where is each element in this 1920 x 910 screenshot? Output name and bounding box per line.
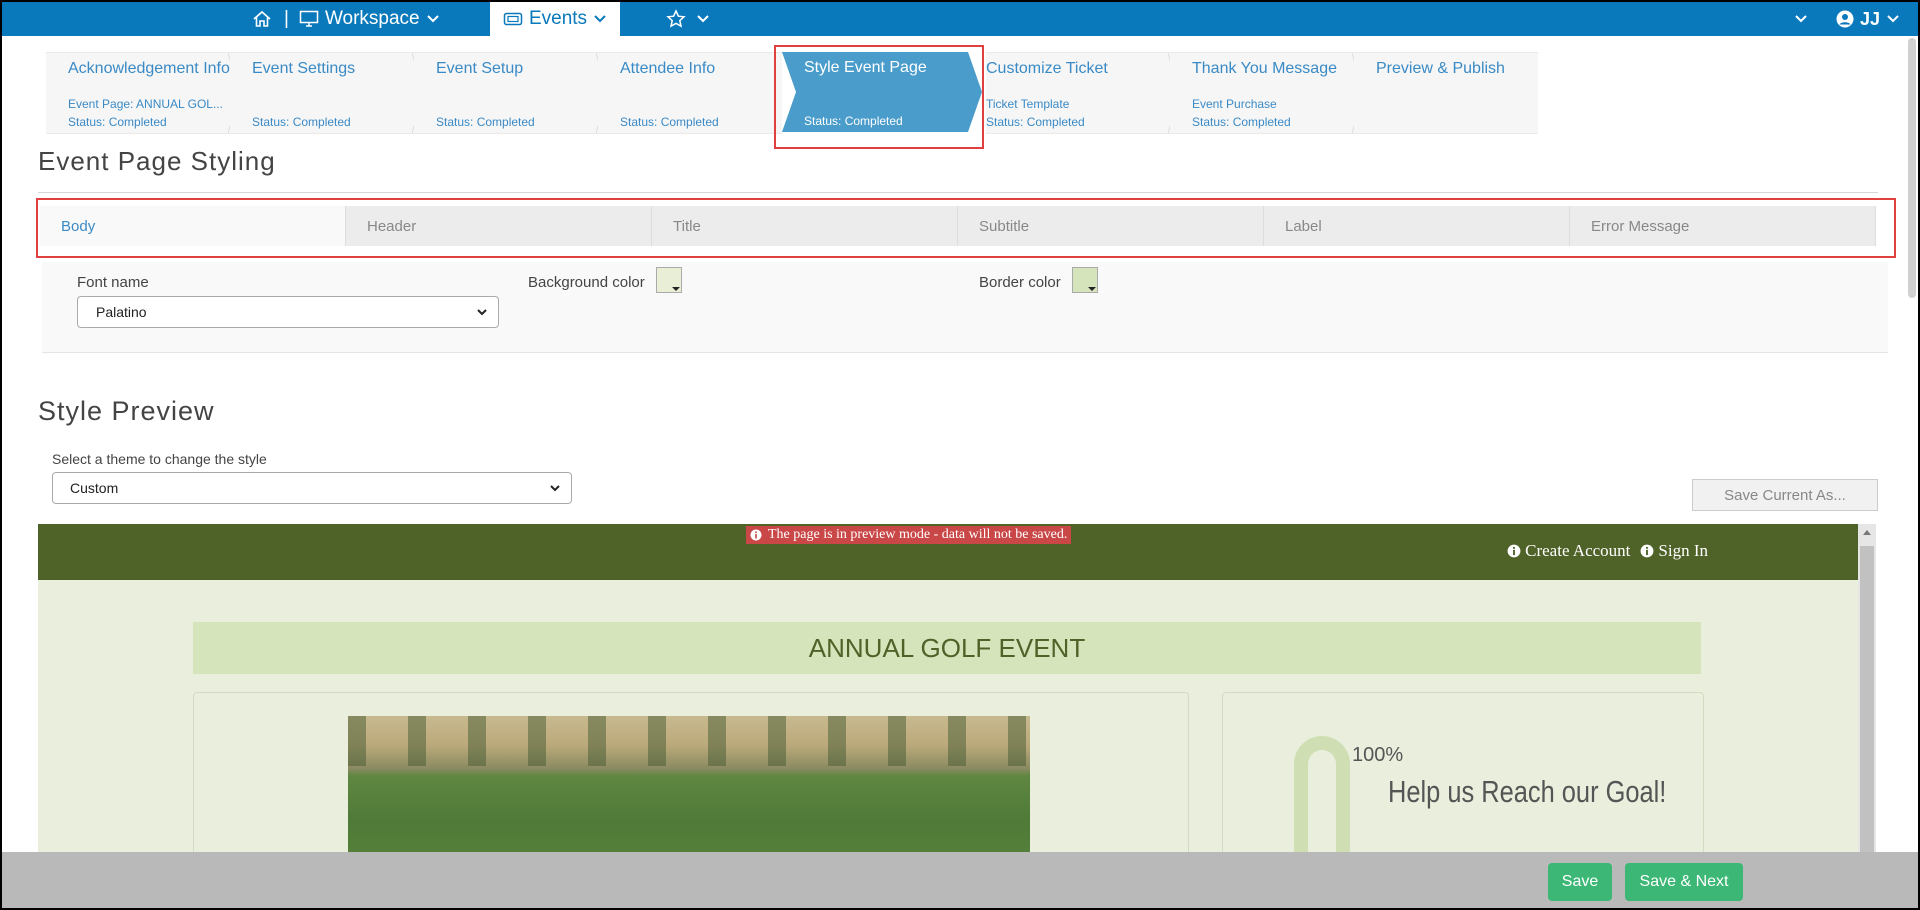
preview-notice-text: The page is in preview mode - data will … [768, 527, 1068, 542]
font-name-select[interactable]: Palatino [77, 296, 499, 328]
caret-icon [1088, 287, 1096, 291]
step-preview-publish[interactable]: Preview & Publish [1354, 52, 1538, 134]
step-status: Status: Completed [986, 115, 1085, 129]
goal-heading: Help us Reach our Goal! [1388, 774, 1667, 809]
theme-select-label: Select a theme to change the style [52, 451, 267, 467]
font-name-label: Font name [77, 274, 149, 291]
chevron-down-icon [697, 15, 709, 23]
favorites-menu[interactable] [666, 2, 710, 36]
style-preview-frame: The page is in preview mode - data will … [38, 524, 1858, 854]
info-icon [1640, 544, 1654, 558]
app-window: | Workspace Events JJ Acknowledgement In… [0, 0, 1920, 910]
events-label: Events [528, 8, 588, 29]
nav-separator: | [284, 8, 289, 29]
step-title: Thank You Message [1192, 60, 1337, 77]
active-step-highlight [774, 45, 984, 149]
border-color-label: Border color [979, 274, 1061, 291]
save-button[interactable]: Save [1548, 863, 1612, 901]
step-status: Status: Completed [620, 115, 719, 129]
preview-account-links: Create Account Sign In [1507, 541, 1708, 561]
top-nav-bar: | Workspace Events JJ [2, 2, 1918, 36]
page-scrollbar[interactable] [1908, 38, 1916, 298]
chevron-down-icon [1887, 15, 1899, 23]
goal-progress-percent: 100% [1352, 744, 1404, 766]
scrollbar-thumb[interactable] [1860, 546, 1874, 856]
step-subtitle: Event Purchase [1192, 97, 1277, 111]
save-and-next-button[interactable]: Save & Next [1625, 863, 1743, 901]
preview-mode-notice: The page is in preview mode - data will … [746, 526, 1072, 544]
chevron-down-icon [550, 485, 560, 492]
caret-icon [672, 287, 680, 291]
workspace-menu[interactable]: Workspace [299, 8, 440, 30]
step-status: Status: Completed [436, 115, 535, 129]
sign-in-link[interactable]: Sign In [1640, 541, 1708, 561]
step-subtitle: Event Page: ANNUAL GOL... [68, 97, 223, 111]
step-status: Status: Completed [252, 115, 351, 129]
events-menu[interactable]: Events [490, 2, 620, 36]
step-status: Status: Completed [68, 115, 167, 129]
step-title: Attendee Info [620, 60, 716, 77]
chevron-down-icon [477, 309, 487, 316]
title-divider [38, 192, 1878, 193]
sign-in-label: Sign In [1658, 541, 1708, 560]
border-color-picker[interactable] [1072, 267, 1098, 293]
step-thank-you-message[interactable]: Thank You Message Event Purchase Status:… [1170, 52, 1365, 134]
scroll-up-icon[interactable] [1863, 530, 1871, 535]
preview-event-title: ANNUAL GOLF EVENT [193, 622, 1701, 674]
user-circle-icon [1836, 10, 1854, 28]
goal-progress-gauge [1294, 736, 1350, 854]
star-icon [666, 9, 686, 28]
golf-course-image [348, 716, 1030, 854]
step-title: Customize Ticket [986, 60, 1108, 77]
step-title: Preview & Publish [1376, 60, 1505, 77]
info-icon [750, 529, 762, 541]
ticket-icon [503, 12, 523, 26]
chevron-down-icon[interactable] [1794, 14, 1808, 24]
preview-scrollbar[interactable] [1858, 524, 1876, 856]
step-title: Event Setup [436, 60, 524, 77]
theme-select[interactable]: Custom [52, 472, 572, 504]
nav-left: | Workspace [252, 2, 440, 36]
workspace-label: Workspace [324, 8, 420, 29]
step-acknowledgement-info[interactable]: Acknowledgement Info Event Page: ANNUAL … [46, 52, 241, 134]
create-account-label: Create Account [1525, 541, 1631, 560]
theme-value: Custom [70, 480, 119, 496]
user-menu[interactable]: JJ [1836, 9, 1900, 30]
step-customize-ticket[interactable]: Customize Ticket Ticket Template Status:… [986, 52, 1181, 134]
step-status: Status: Completed [1192, 115, 1291, 129]
chevron-down-icon [426, 15, 439, 23]
image-tree-line [348, 716, 1030, 766]
chevron-down-icon [594, 15, 606, 23]
home-icon[interactable] [252, 9, 272, 29]
font-name-value: Palatino [96, 304, 147, 320]
info-icon [1507, 544, 1521, 558]
create-account-link[interactable]: Create Account [1507, 541, 1630, 561]
monitor-icon [299, 10, 319, 27]
user-initials: JJ [1859, 8, 1880, 29]
background-color-picker[interactable] [656, 267, 682, 293]
page-title: Event Page Styling [38, 146, 276, 176]
style-preview-heading: Style Preview [38, 396, 215, 426]
background-color-label: Background color [528, 274, 645, 291]
step-event-settings[interactable]: Event Settings Status: Completed [230, 52, 425, 134]
step-title: Event Settings [252, 60, 356, 77]
step-event-setup[interactable]: Event Setup Status: Completed [414, 52, 609, 134]
tabs-highlight [36, 198, 1896, 258]
step-title: Acknowledgement Info [68, 60, 230, 77]
step-subtitle: Ticket Template [986, 97, 1070, 111]
nav-right: JJ [1794, 2, 1900, 36]
save-current-as-button[interactable]: Save Current As... [1692, 479, 1878, 511]
step-attendee-info[interactable]: Attendee Info Status: Completed [598, 52, 782, 134]
